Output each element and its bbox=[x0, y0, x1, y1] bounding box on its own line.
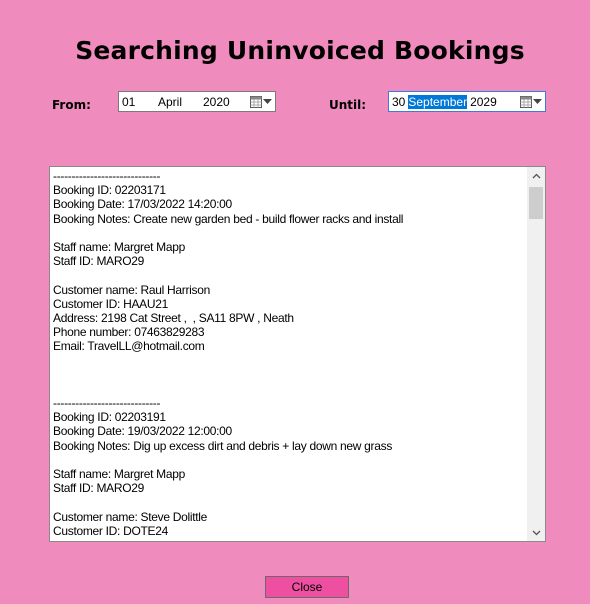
result-line: Booking Notes: Create new garden bed - b… bbox=[53, 211, 404, 226]
result-line: Customer name: Raul Harrison bbox=[53, 282, 210, 297]
vertical-scrollbar[interactable] bbox=[527, 167, 545, 541]
scrollbar-thumb[interactable] bbox=[529, 187, 543, 219]
result-line: Customer ID: HAAU21 bbox=[53, 296, 169, 311]
scroll-up-button[interactable] bbox=[527, 167, 545, 184]
result-line bbox=[53, 382, 523, 396]
chevron-up-icon bbox=[532, 173, 540, 178]
result-line: Booking ID: 02203171 bbox=[53, 183, 166, 198]
result-line: Address: 2198 Cat Street , , SA11 8PW , … bbox=[53, 310, 294, 325]
result-line bbox=[53, 226, 523, 240]
until-year[interactable]: 2029 bbox=[470, 95, 497, 109]
result-line: Staff ID: MARO29 bbox=[53, 254, 145, 269]
result-line: Email: TravelLL@hotmail.com bbox=[53, 339, 205, 354]
close-button[interactable]: Close bbox=[265, 576, 349, 598]
results-content: ----------------------------- Booking ID:… bbox=[53, 169, 523, 538]
result-line: Booking Notes: Dig up excess dirt and de… bbox=[53, 438, 393, 453]
result-line: Staff name: Margret Mapp bbox=[53, 239, 185, 254]
result-line: ----------------------------- bbox=[53, 396, 161, 410]
calendar-icon bbox=[250, 96, 262, 108]
from-date-picker[interactable]: 01 April 2020 bbox=[118, 91, 276, 112]
until-month[interactable]: September bbox=[408, 94, 468, 109]
result-line bbox=[53, 495, 523, 509]
from-month[interactable]: April bbox=[158, 95, 203, 109]
result-line: Booking ID: 02203191 bbox=[53, 410, 166, 425]
result-line: Customer name: Steve Dolittle bbox=[53, 509, 208, 524]
page-title: Searching Uninvoiced Bookings bbox=[75, 36, 525, 65]
scroll-down-button[interactable] bbox=[527, 524, 545, 541]
results-textbox[interactable]: ----------------------------- Booking ID:… bbox=[49, 166, 546, 542]
from-year[interactable]: 2020 bbox=[203, 95, 230, 109]
until-label: Until: bbox=[329, 98, 367, 112]
calendar-icon bbox=[520, 96, 532, 108]
result-line: Staff ID: MARO29 bbox=[53, 481, 145, 496]
until-calendar-dropdown[interactable] bbox=[520, 95, 542, 109]
result-line bbox=[53, 268, 523, 282]
triangle-down-icon bbox=[263, 99, 272, 104]
result-line bbox=[53, 453, 523, 467]
result-line bbox=[53, 368, 523, 382]
result-line: Customer ID: DOTE24 bbox=[53, 523, 168, 538]
result-line: Staff name: Margret Mapp bbox=[53, 466, 185, 481]
result-line: ----------------------------- bbox=[53, 169, 161, 183]
result-line: Booking Date: 19/03/2022 12:00:00 bbox=[53, 424, 232, 439]
triangle-down-icon bbox=[533, 99, 542, 104]
result-line: Phone number: 07463829283 bbox=[53, 325, 205, 340]
until-date-picker[interactable]: 30 September 2029 bbox=[388, 91, 546, 112]
result-line: Booking Date: 17/03/2022 14:20:00 bbox=[53, 197, 232, 212]
from-label: From: bbox=[52, 98, 91, 112]
from-day[interactable]: 01 bbox=[122, 95, 158, 109]
chevron-down-icon bbox=[532, 530, 540, 535]
until-day[interactable]: 30 bbox=[392, 95, 405, 109]
from-calendar-dropdown[interactable] bbox=[250, 95, 272, 109]
result-line bbox=[53, 353, 523, 367]
